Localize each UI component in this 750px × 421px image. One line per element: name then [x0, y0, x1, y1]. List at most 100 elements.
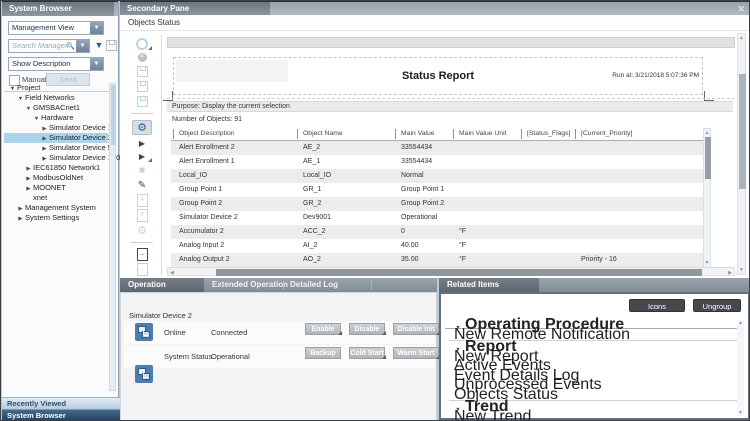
page-back-icon[interactable]: ← [134, 264, 150, 275]
search-placeholder: Search Management View [12, 40, 70, 52]
tree-item-simulator-device-100[interactable]: ▶Simulator Device 100 [4, 153, 108, 163]
backup-button[interactable]: Backup [305, 347, 341, 359]
table-row: Analog Input 2AI_240.00°F [171, 239, 703, 253]
settings-gear-icon[interactable]: ⚙ [132, 120, 152, 135]
toolbar-divider [161, 35, 162, 275]
new-report-icon[interactable] [134, 38, 150, 49]
edit-pen-icon[interactable]: ✎ [134, 180, 150, 191]
cold-start-button[interactable]: Cold Start [349, 347, 385, 359]
table-row: Group Point 2GR_2Group Point 2 [171, 197, 703, 211]
close-icon[interactable]: ✕ [737, 4, 745, 15]
table-cell: AE_1 [303, 155, 320, 169]
save-search-icon[interactable] [106, 40, 117, 51]
tree-item-label: Simulator Device 50 [49, 143, 116, 152]
tab-divider [371, 280, 372, 290]
tab-objects-status[interactable]: Objects Status [120, 15, 750, 31]
system-browser-bar[interactable]: System Browser [2, 409, 123, 421]
secondary-pane-titlebar: Secondary Pane ✕ [120, 1, 750, 16]
disable-init-button[interactable]: Disable Init [393, 323, 439, 335]
search-input[interactable]: Search Management View 🔍 ▼ [8, 39, 90, 53]
column-header-3[interactable]: Main Value [395, 129, 435, 139]
save-icon[interactable] [134, 66, 150, 77]
page-forward-icon[interactable]: → [134, 249, 150, 260]
tree-item-management-system[interactable]: ▶Management System [4, 203, 108, 213]
view-selector-dropdown[interactable]: Management View ▼ [8, 21, 104, 35]
tree-item-label: IEC61850 Network1 [33, 163, 100, 172]
description-selector-value: Show Description [12, 59, 70, 68]
tree-item-iec61850-network1[interactable]: ▶IEC61850 Network1 [4, 163, 108, 173]
table-row: Analog Output 2AO_235.00°FPriority - 16 [171, 253, 703, 267]
filter-funnel-icon[interactable]: ▼ [93, 39, 105, 51]
crop-mark-left [163, 91, 173, 101]
tree-item-project[interactable]: ▼Project [4, 83, 108, 93]
table-cell: AE_2 [303, 141, 320, 155]
column-header-2[interactable]: Object Name [297, 129, 343, 139]
table-cell: Group Point 2 [179, 197, 222, 211]
tree-item-modbusoldnet[interactable]: ▶ModbusOldNet [4, 173, 108, 183]
tab-operation[interactable]: Operation [120, 278, 204, 292]
tab-extended-operation[interactable]: Extended Operation [212, 278, 288, 292]
menu-corner-icon [382, 355, 386, 359]
description-selector-dropdown[interactable]: Show Description ▼ [8, 57, 104, 71]
column-header-1[interactable]: Object Description [173, 129, 235, 139]
tree-item-xnet[interactable]: xnet [4, 193, 108, 203]
tree-item-label: Project [17, 83, 40, 92]
table-cell: Alert Enrollment 1 [179, 155, 235, 169]
tab-detailed-log[interactable]: Detailed Log [290, 278, 338, 292]
system-status-icon [135, 365, 153, 383]
tree-item-hardware[interactable]: ▼Hardware [4, 113, 108, 123]
table-cell: 35.00 [401, 253, 419, 267]
tab-related-items[interactable]: Related Items [439, 278, 539, 292]
ungroup-button[interactable]: Ungroup [693, 299, 741, 312]
related-items-scrollbar[interactable]: ▲ ▼ [737, 320, 744, 416]
tree-item-label: Field Networks [25, 93, 75, 102]
column-header-6[interactable]: [Current_Priority] [575, 129, 632, 139]
column-header-4[interactable]: Main Value Unit [453, 129, 506, 139]
table-cell: Analog Input 2 [179, 239, 224, 253]
scroll-right-icon[interactable]: ▶ [728, 270, 732, 276]
table-cell: Alert Enrollment 2 [179, 141, 235, 155]
tree-item-field-networks[interactable]: ▼Field Networks [4, 93, 108, 103]
collapsed-arrow-icon[interactable]: ▶ [16, 214, 25, 224]
tree-item-simulator-device-1[interactable]: ▶Simulator Device 1 [4, 123, 108, 133]
table-vertical-scrollbar[interactable]: ▲ ▼ [703, 128, 711, 268]
run-icon[interactable]: ▶ [134, 139, 150, 148]
related-item-new-trend[interactable]: New Trend [445, 412, 735, 421]
tree-scrollbar[interactable] [109, 83, 116, 391]
table-cell: Group Point 2 [401, 197, 444, 211]
tree-item-label: xnet [33, 193, 47, 202]
operation-row-label: System Status [164, 352, 212, 361]
icons-button[interactable]: Icons [629, 299, 685, 312]
run-options-icon[interactable]: ▶ [134, 152, 150, 161]
tree-item-system-settings[interactable]: ▶System Settings [4, 213, 108, 223]
tree-item-gmsbacnet1[interactable]: ▼GMSBACnet1 [4, 103, 108, 113]
search-options-arrow-icon[interactable]: ▼ [76, 40, 89, 52]
export-pdf-icon[interactable]: A [134, 195, 150, 206]
table-cell: Analog Output 2 [179, 253, 230, 267]
disable-button[interactable]: Disable [349, 323, 385, 335]
enable-button[interactable]: Enable [305, 323, 341, 335]
report-table: Object Description Object Name Main Value M… [171, 128, 703, 268]
column-header-5[interactable]: [Status_Flags] [521, 129, 570, 139]
stop-icon[interactable]: ■ [134, 165, 150, 176]
cancel-icon[interactable]: ✕ [134, 53, 150, 62]
report-settings-icon[interactable]: ⚙ [134, 225, 150, 236]
warm-start-button[interactable]: Warm Start [393, 347, 439, 359]
save-as-icon[interactable] [134, 81, 150, 92]
table-cell: Dev9001 [303, 211, 331, 225]
tree-item-simulator-device-50[interactable]: ▶Simulator Device 50 [4, 143, 108, 153]
menu-corner-icon [382, 331, 386, 335]
table-cell: Local_IO [303, 169, 331, 183]
table-cell: AI_2 [303, 239, 317, 253]
tree-item-simulator-device-2[interactable]: ▶Simulator Device 2 [4, 133, 108, 143]
pane-vertical-scrollbar[interactable]: ▲ ▼ [737, 33, 746, 275]
report-horizontal-scrollbar[interactable]: ◀ ▶ [167, 267, 735, 276]
export-excel-icon[interactable]: X [134, 210, 150, 221]
table-row: Alert Enrollment 1AE_133554434 [171, 155, 703, 169]
view-selector-arrow-icon[interactable]: ▼ [90, 22, 103, 34]
description-selector-arrow-icon[interactable]: ▼ [90, 58, 103, 70]
search-icon[interactable]: 🔍 [66, 41, 75, 53]
scroll-left-icon[interactable]: ◀ [170, 270, 174, 276]
tree-item-moonet[interactable]: ▶MOONET [4, 183, 108, 193]
save-all-icon[interactable] [134, 96, 150, 107]
